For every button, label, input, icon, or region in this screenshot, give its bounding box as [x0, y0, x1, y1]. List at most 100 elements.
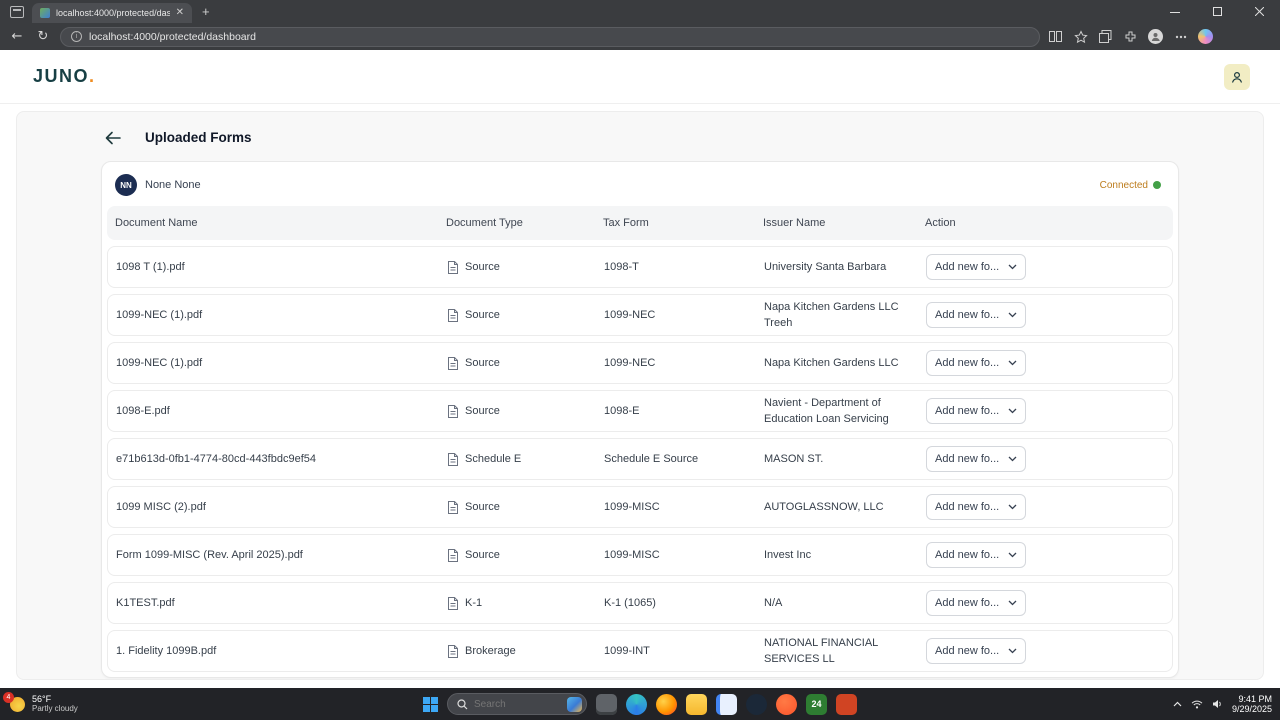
table-header: Document Name Document Type Tax Form Iss…	[107, 206, 1173, 240]
document-icon	[447, 500, 459, 514]
browser-profile-avatar[interactable]	[1148, 29, 1163, 44]
document-type-label: Source	[465, 357, 500, 369]
taskbar-apps: 24	[596, 693, 857, 715]
add-new-form-dropdown[interactable]: Add new fo...	[926, 254, 1026, 280]
volume-icon[interactable]	[1212, 699, 1223, 709]
more-menu-icon[interactable]	[1173, 29, 1188, 44]
document-name-cell: 1. Fidelity 1099B.pdf	[116, 645, 217, 657]
tab-close-icon[interactable]: ✕	[176, 8, 184, 18]
document-type-label: Source	[465, 501, 500, 513]
table-row: 1099 MISC (2).pdf Source 1099-MISC AUTOG…	[107, 486, 1173, 528]
table-row: 1. Fidelity 1099B.pdf Brokerage 1099-INT…	[107, 630, 1173, 672]
page-title: Uploaded Forms	[145, 130, 252, 145]
clock-time: 9:41 PM	[1238, 694, 1272, 704]
account-avatar: NN	[115, 174, 137, 196]
split-screen-icon[interactable]	[1048, 29, 1063, 44]
tab-title: localhost:4000/protected/dashb...	[56, 8, 170, 18]
document-name-cell: K1TEST.pdf	[116, 597, 175, 609]
tab-favicon-icon	[40, 8, 50, 18]
action-cell: Add new fo...	[918, 398, 1172, 424]
document-type-label: Source	[465, 261, 500, 273]
add-new-form-dropdown[interactable]: Add new fo...	[926, 638, 1026, 664]
copilot-icon[interactable]	[1198, 29, 1213, 44]
add-new-form-dropdown[interactable]: Add new fo...	[926, 494, 1026, 520]
toolbar-actions	[1048, 29, 1215, 44]
card-header: NN None None Connected	[107, 167, 1173, 203]
taskbar-clock[interactable]: 9:41 PM 9/29/2025	[1232, 694, 1272, 714]
document-icon	[447, 356, 459, 370]
document-type-label: Schedule E	[465, 453, 522, 465]
table-row: 1099-NEC (1).pdf Source 1099-NEC Napa Ki…	[107, 294, 1173, 336]
back-icon[interactable]: ←	[8, 29, 26, 44]
table-row: Form 1099-MISC (Rev. April 2025).pdf Sou…	[107, 534, 1173, 576]
favorites-star-icon[interactable]	[1073, 29, 1088, 44]
close-button[interactable]	[1238, 0, 1280, 23]
document-type-label: Source	[465, 549, 500, 561]
minimize-button[interactable]	[1154, 0, 1196, 23]
issuer-name-cell: Napa Kitchen Gardens LLC	[764, 357, 899, 369]
search-input[interactable]	[474, 698, 552, 710]
brand-text: JUNO	[33, 66, 90, 86]
chevron-down-icon	[1008, 456, 1017, 462]
taskbar-app-file-explorer[interactable]	[686, 693, 707, 715]
tab-actions-icon[interactable]	[10, 5, 24, 18]
issuer-name-cell: MASON ST.	[764, 453, 824, 465]
taskbar-app-notepad[interactable]	[716, 693, 737, 715]
arrow-left-icon	[105, 131, 121, 144]
taskbar-app-firefox[interactable]	[656, 693, 677, 715]
address-bar[interactable]: i localhost:4000/protected/dashboard	[60, 26, 1040, 47]
tax-form-cell: 1099-MISC	[604, 549, 660, 561]
add-new-form-dropdown[interactable]: Add new fo...	[926, 302, 1026, 328]
add-new-form-dropdown[interactable]: Add new fo...	[926, 398, 1026, 424]
taskbar-app-edge[interactable]	[626, 693, 647, 715]
tax-form-cell: 1099-MISC	[604, 501, 660, 513]
wifi-icon[interactable]	[1191, 700, 1203, 709]
weather-widget[interactable]: 4 56°F Partly cloudy	[3, 691, 78, 714]
dashboard-panel: Uploaded Forms NN None None Connected Do…	[16, 111, 1264, 680]
issuer-name-cell: AUTOGLASSNOW, LLC	[764, 501, 884, 513]
table-row: e71b613d-0fb1-4774-80cd-443fbdc9ef54 Sch…	[107, 438, 1173, 480]
refresh-icon[interactable]: ↻	[34, 29, 52, 44]
dropdown-label: Add new fo...	[935, 453, 1000, 465]
maximize-button[interactable]	[1196, 0, 1238, 23]
dropdown-label: Add new fo...	[935, 405, 1000, 417]
site-info-icon[interactable]: i	[71, 31, 82, 42]
browser-tab[interactable]: localhost:4000/protected/dashb... ✕	[32, 3, 192, 23]
taskbar-app-powerpoint[interactable]	[836, 693, 857, 715]
table-row: 1099-NEC (1).pdf Source 1099-NEC Napa Ki…	[107, 342, 1173, 384]
header-document-type: Document Type	[446, 217, 523, 229]
account-info: NN None None	[115, 174, 201, 196]
action-cell: Add new fo...	[918, 254, 1172, 280]
tax-form-cell: 1099-NEC	[604, 309, 656, 321]
document-type-label: Brokerage	[465, 645, 516, 657]
back-button[interactable]	[105, 131, 121, 145]
document-type-label: K-1	[465, 597, 483, 609]
collections-icon[interactable]	[1098, 29, 1113, 44]
add-new-form-dropdown[interactable]: Add new fo...	[926, 446, 1026, 472]
dropdown-label: Add new fo...	[935, 309, 1000, 321]
taskbar-app-badge-24[interactable]: 24	[806, 693, 827, 715]
start-button[interactable]	[423, 696, 438, 712]
document-type-cell: Source	[439, 260, 596, 274]
chevron-down-icon	[1008, 312, 1017, 318]
extensions-icon[interactable]	[1123, 29, 1138, 44]
taskbar-app-steam[interactable]	[746, 693, 767, 715]
tray-chevron-up-icon[interactable]	[1173, 701, 1182, 707]
document-type-cell: Source	[439, 548, 596, 562]
new-tab-button[interactable]: +	[202, 4, 210, 19]
taskbar-search[interactable]	[447, 693, 587, 715]
document-name-cell: 1098 T (1).pdf	[116, 261, 185, 273]
taskbar-app-brave[interactable]	[776, 693, 797, 715]
chevron-down-icon	[1008, 504, 1017, 510]
add-new-form-dropdown[interactable]: Add new fo...	[926, 542, 1026, 568]
weather-text: 56°F Partly cloudy	[32, 694, 78, 714]
add-new-form-dropdown[interactable]: Add new fo...	[926, 590, 1026, 616]
web-page: JUNO. Uploaded Forms NN None None Connec…	[0, 50, 1280, 688]
clock-date: 9/29/2025	[1231, 704, 1272, 714]
taskbar-app-media[interactable]	[596, 693, 617, 715]
brand-dot: .	[89, 66, 96, 86]
user-menu-button[interactable]	[1224, 63, 1250, 90]
add-new-form-dropdown[interactable]: Add new fo...	[926, 350, 1026, 376]
document-type-label: Source	[465, 405, 500, 417]
url-text: localhost:4000/protected/dashboard	[89, 30, 256, 43]
